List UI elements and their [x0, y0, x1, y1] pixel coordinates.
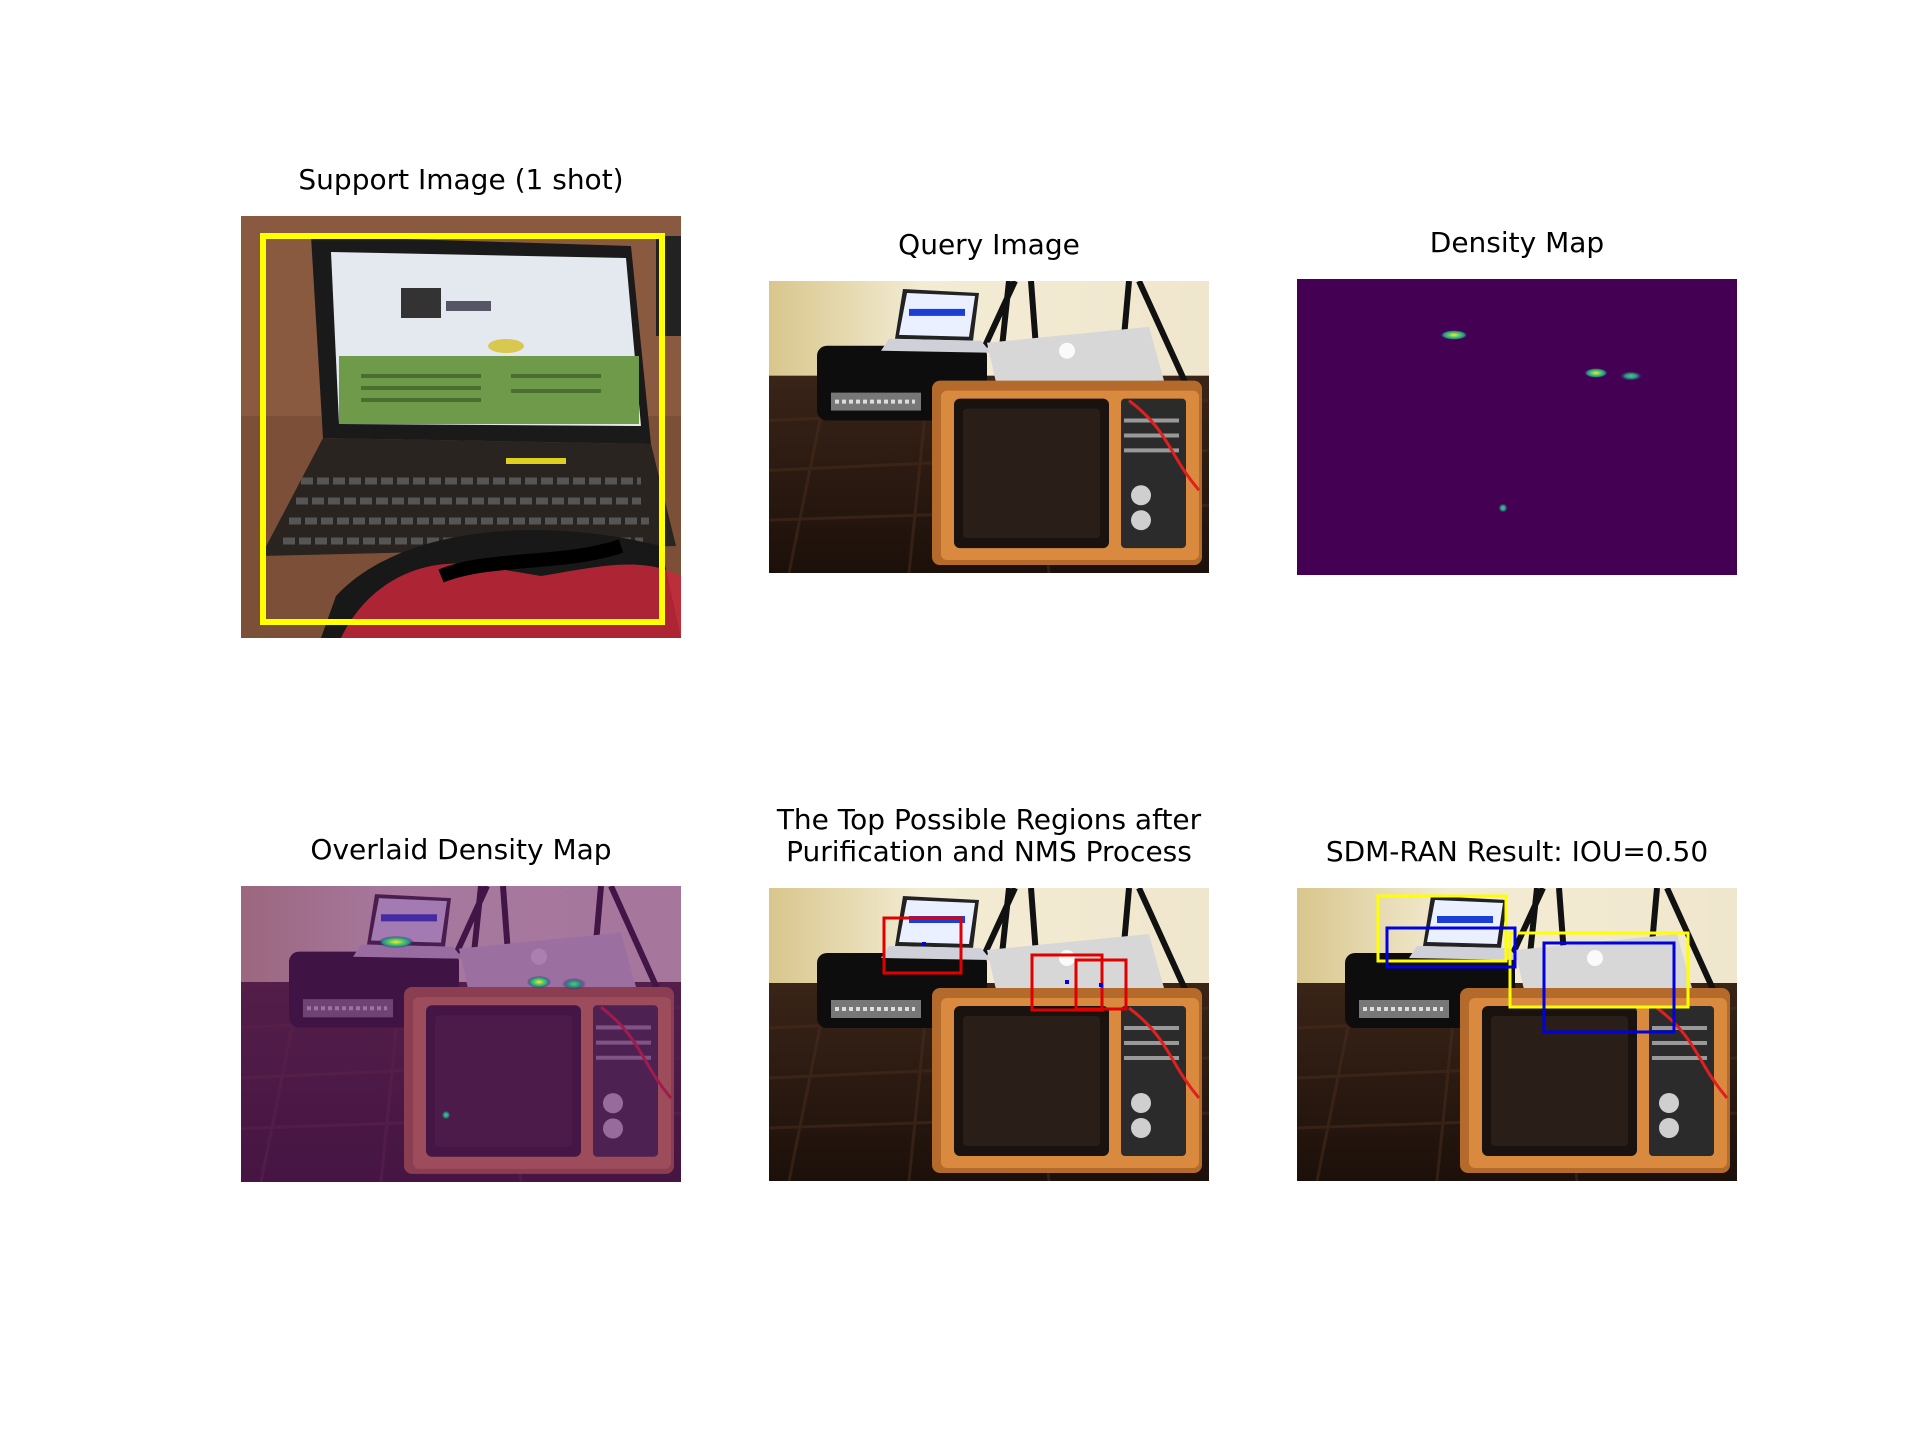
density-map-title: Density Map	[1429, 226, 1605, 259]
proposal-center	[922, 942, 926, 946]
density-peak	[441, 1110, 451, 1120]
overlaid-density-map	[241, 886, 681, 1182]
density-map	[1297, 279, 1737, 575]
overlaid-density-map-title: Overlaid Density Map	[310, 833, 612, 866]
density-peak	[1498, 503, 1508, 513]
regions-image	[769, 888, 1209, 1181]
query-image	[769, 281, 1209, 573]
query-image-title: Query Image	[898, 228, 1080, 261]
density-peak	[1619, 371, 1643, 381]
proposal-center	[1099, 983, 1103, 987]
density-peak	[1440, 330, 1468, 340]
regions-title-line1: The Top Possible Regions after	[776, 803, 1202, 836]
support-image	[241, 216, 681, 638]
density-peak	[1584, 368, 1608, 378]
proposal-center	[1065, 980, 1069, 984]
regions-title: The Top Possible Regions after Purificat…	[749, 804, 1229, 868]
result-title: SDM-RAN Result: IOU=0.50	[1325, 835, 1709, 868]
support-image-title: Support Image (1 shot)	[298, 163, 624, 196]
result-image	[1297, 888, 1737, 1181]
regions-title-line2: Purification and NMS Process	[786, 835, 1192, 868]
density-peak	[527, 976, 551, 988]
density-peak	[562, 978, 586, 990]
density-peak	[378, 936, 414, 948]
